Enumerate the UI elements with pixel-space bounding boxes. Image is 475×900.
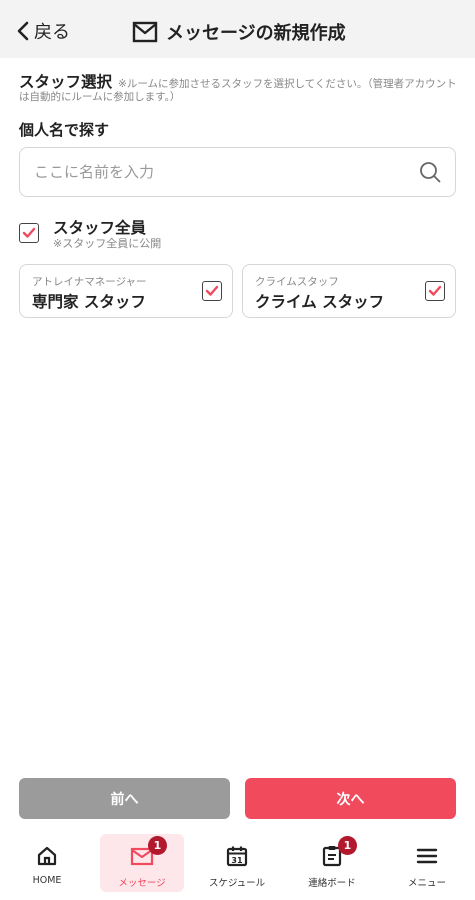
staff-checkbox[interactable]	[425, 281, 445, 301]
tab-label: 連絡ボード	[308, 878, 356, 889]
notification-badge: 1	[338, 836, 357, 855]
calendar-icon: 31	[226, 846, 248, 867]
tab-menu[interactable]: メニュー	[385, 834, 469, 892]
tab-board[interactable]: 1 連絡ボード	[290, 834, 374, 892]
notification-badge: 1	[148, 836, 167, 855]
back-label: 戻る	[34, 22, 70, 43]
staff-name: クライム スタッフ	[255, 293, 385, 311]
tab-schedule[interactable]: 31 スケジュール	[195, 834, 279, 892]
tab-label: スケジュール	[208, 878, 266, 889]
search-input[interactable]	[34, 148, 414, 196]
mail-icon	[132, 21, 158, 43]
check-icon	[428, 285, 442, 296]
all-staff-note: ※スタッフ全員に公開	[53, 237, 162, 250]
search-box	[19, 147, 456, 197]
app-header: 戻る メッセージの新規作成	[0, 0, 475, 58]
back-button[interactable]: 戻る	[16, 19, 70, 43]
all-staff-label: スタッフ全員	[53, 219, 147, 237]
tab-label: HOME	[32, 875, 62, 886]
search-heading: 個人名で探す	[19, 121, 110, 139]
tab-home[interactable]: HOME	[5, 834, 89, 892]
calendar-day: 31	[231, 856, 243, 865]
tab-label: メッセージ	[118, 878, 166, 889]
tab-icon-wrap	[412, 842, 442, 870]
all-staff-option[interactable]: スタッフ全員 ※スタッフ全員に公開	[19, 219, 161, 251]
hamburger-icon	[416, 848, 438, 864]
next-button[interactable]: 次へ	[245, 778, 456, 819]
check-icon	[22, 227, 36, 238]
staff-select-label: スタッフ選択	[19, 73, 113, 91]
page-title: メッセージの新規作成	[166, 23, 346, 44]
check-icon	[205, 285, 219, 296]
home-icon	[37, 846, 57, 866]
tab-icon-wrap	[32, 842, 62, 870]
search-icon[interactable]	[419, 161, 441, 183]
staff-checkbox[interactable]	[202, 281, 222, 301]
tab-messages[interactable]: 1 メッセージ	[100, 834, 184, 892]
all-staff-checkbox[interactable]	[19, 223, 39, 243]
page-title-wrap: メッセージの新規作成	[132, 19, 346, 45]
all-staff-text: スタッフ全員 ※スタッフ全員に公開	[53, 219, 161, 251]
bottom-tab-bar: HOME 1 メッセージ 31 スケジュール 1 連絡ボード メニュー	[0, 828, 475, 900]
staff-role: アトレイナマネージャー	[32, 276, 147, 288]
staff-card[interactable]: アトレイナマネージャー 専門家 スタッフ	[19, 264, 233, 318]
staff-card[interactable]: クライムスタッフ クライム スタッフ	[242, 264, 456, 318]
staff-name: 専門家 スタッフ	[32, 293, 146, 311]
chevron-left-icon	[17, 21, 29, 41]
tab-icon-wrap: 1	[127, 836, 167, 870]
staff-select-heading: スタッフ選択 ※ルームに参加させるスタッフを選択してください。（管理者アカウントは…	[19, 73, 459, 104]
tab-icon-wrap: 1	[317, 836, 357, 870]
prev-button[interactable]: 前へ	[19, 778, 230, 819]
tab-icon-wrap: 31	[222, 842, 252, 870]
staff-role: クライムスタッフ	[255, 276, 339, 288]
tab-label: メニュー	[407, 878, 446, 889]
